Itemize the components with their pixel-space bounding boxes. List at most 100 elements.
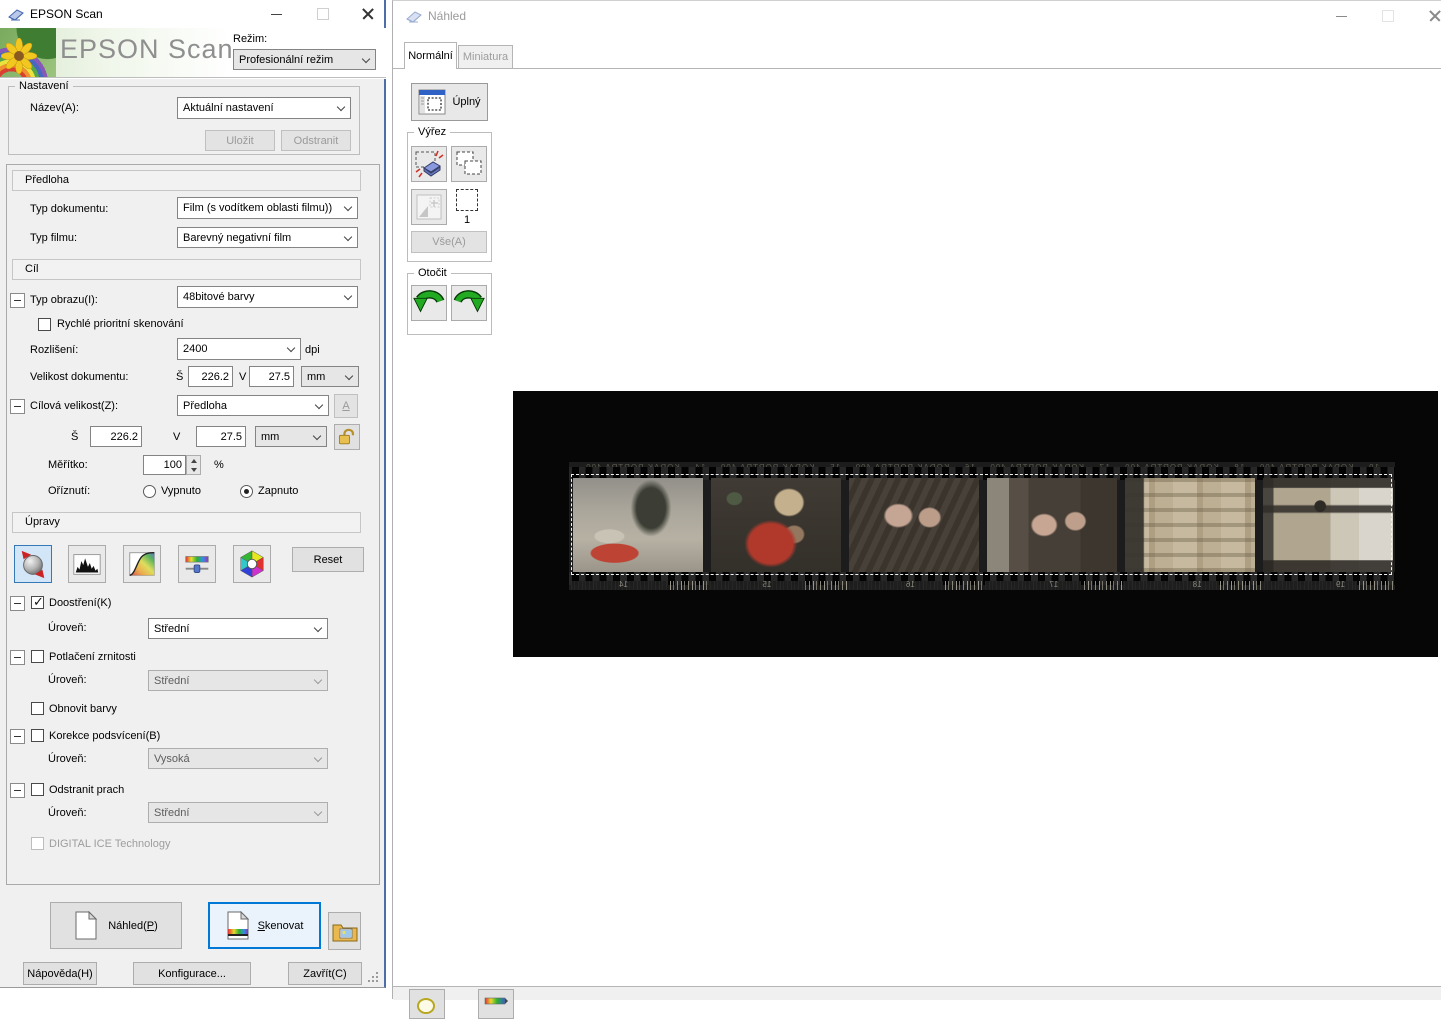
image-type-combobox[interactable]: 48bitové barvy bbox=[177, 286, 358, 308]
preview-button[interactable]: Náhled(P) bbox=[50, 902, 182, 949]
reset-button[interactable]: Reset bbox=[292, 547, 364, 572]
mode-combobox[interactable]: Profesionální režim bbox=[233, 49, 376, 70]
trimming-label: Oříznutí: bbox=[48, 485, 90, 497]
target-unit-combobox[interactable]: mm bbox=[255, 426, 327, 447]
grain-reduction-checkbox[interactable] bbox=[31, 650, 44, 663]
spinner-down-icon[interactable] bbox=[187, 465, 200, 474]
preview-button-label: Náhled(P) bbox=[108, 920, 158, 932]
close-button[interactable] bbox=[350, 0, 386, 28]
selection-marquee[interactable] bbox=[571, 474, 1392, 575]
delete-marquee-icon bbox=[414, 149, 444, 179]
resolution-label: Rozlišení: bbox=[30, 344, 78, 356]
delete-button[interactable]: Odstranit bbox=[281, 130, 351, 151]
minimize-icon bbox=[271, 14, 282, 15]
document-type-combobox[interactable]: Film (s vodítkem oblasti filmu)) bbox=[177, 197, 358, 219]
tab-strip-line bbox=[393, 68, 1441, 69]
trimming-off-radio[interactable] bbox=[143, 485, 156, 498]
tab-thumbnail[interactable]: Miniatura bbox=[458, 45, 513, 69]
doc-width-input[interactable] bbox=[188, 366, 233, 387]
dust-removal-checkbox[interactable] bbox=[31, 783, 44, 796]
maximize-button[interactable] bbox=[1368, 2, 1408, 30]
image-adjustment-button[interactable] bbox=[178, 545, 216, 583]
sharpen-checkbox[interactable] bbox=[31, 596, 44, 609]
resolution-combobox[interactable]: 2400 bbox=[177, 338, 301, 360]
target-height-input[interactable] bbox=[196, 426, 246, 447]
image-type-expander[interactable] bbox=[10, 293, 25, 308]
color-restoration-label: Obnovit barvy bbox=[49, 703, 117, 715]
settings-name-combobox[interactable]: Aktuální nastavení bbox=[177, 97, 351, 119]
destination-section-header: Cíl bbox=[12, 259, 361, 280]
document-icon bbox=[74, 911, 98, 940]
resolution-value: 2400 bbox=[183, 343, 207, 355]
histogram-button[interactable] bbox=[68, 545, 106, 583]
save-button[interactable]: Uložit bbox=[205, 130, 275, 151]
grain-level-value: Střední bbox=[154, 675, 189, 687]
help-button[interactable]: Nápověda(H) bbox=[23, 962, 97, 985]
tab-normal[interactable]: Normální bbox=[404, 42, 457, 69]
height-symbol: V bbox=[239, 371, 246, 383]
film-type-combobox[interactable]: Barevný negativní film bbox=[177, 227, 358, 248]
close-icon bbox=[362, 8, 374, 20]
backlight-expander[interactable] bbox=[10, 729, 25, 744]
sharpen-label: Doostření(K) bbox=[49, 597, 111, 609]
color-restoration-checkbox[interactable] bbox=[31, 702, 44, 715]
grain-level-combobox: Střední bbox=[148, 670, 328, 691]
grain-level-label: Úroveň: bbox=[48, 674, 87, 686]
flower-icon bbox=[1, 38, 37, 74]
zoom-tool-button[interactable] bbox=[409, 989, 445, 1019]
digital-ice-checkbox bbox=[31, 837, 44, 850]
rotate-right-button[interactable] bbox=[451, 285, 487, 321]
target-size-dialog-button[interactable]: A bbox=[334, 394, 358, 418]
preview-canvas[interactable]: 19KODAK PORTRA 400 18KODAK PORTRA 400 17… bbox=[513, 391, 1438, 657]
target-width-input[interactable] bbox=[90, 426, 142, 447]
chevron-down-icon bbox=[314, 624, 322, 632]
minimize-button[interactable] bbox=[258, 0, 294, 28]
digital-ice-label: DIGITAL ICE Technology bbox=[49, 838, 170, 850]
document-type-value: Film (s vodítkem oblasti filmu)) bbox=[183, 202, 332, 214]
grain-expander[interactable] bbox=[10, 650, 25, 665]
sharpen-expander[interactable] bbox=[10, 596, 25, 611]
close-app-button[interactable]: Zavřít(C) bbox=[288, 962, 362, 985]
percent-label: % bbox=[214, 459, 224, 471]
doc-height-input[interactable] bbox=[249, 366, 294, 387]
scale-spinner[interactable] bbox=[186, 455, 201, 475]
all-marquees-button[interactable]: Vše(A) bbox=[411, 231, 487, 253]
exposure-tool-button[interactable] bbox=[478, 989, 514, 1019]
scanner-app-icon bbox=[406, 9, 422, 25]
target-size-combobox[interactable]: Předloha bbox=[177, 395, 329, 416]
scan-button[interactable]: Skenovat bbox=[208, 902, 321, 949]
rotate-left-button[interactable] bbox=[411, 285, 447, 321]
chevron-down-icon bbox=[314, 808, 322, 816]
trimming-on-radio[interactable] bbox=[240, 485, 253, 498]
backlight-correction-checkbox[interactable] bbox=[31, 729, 44, 742]
document-type-label: Typ dokumentu: bbox=[30, 203, 108, 215]
full-preview-button[interactable]: Úplný bbox=[411, 83, 488, 121]
original-section-header: Předloha bbox=[12, 170, 361, 191]
configuration-button[interactable]: Konfigurace... bbox=[133, 962, 251, 985]
sharpen-level-combobox[interactable]: Střední bbox=[148, 618, 328, 639]
auto-exposure-button[interactable] bbox=[14, 545, 52, 583]
dust-expander[interactable] bbox=[10, 783, 25, 798]
minimize-button[interactable] bbox=[1321, 2, 1361, 30]
lock-proportions-button[interactable] bbox=[334, 424, 360, 450]
file-save-settings-button[interactable] bbox=[328, 912, 361, 950]
duplicate-marquee-button[interactable] bbox=[451, 146, 487, 182]
color-palette-button[interactable] bbox=[233, 545, 271, 583]
resize-grip[interactable] bbox=[368, 972, 380, 984]
close-button[interactable] bbox=[1415, 2, 1441, 30]
delete-marquee-button[interactable] bbox=[411, 146, 447, 182]
sharpen-level-label: Úroveň: bbox=[48, 622, 87, 634]
tone-correction-button[interactable] bbox=[123, 545, 161, 583]
sharpen-level-value: Střední bbox=[154, 623, 189, 635]
scale-input[interactable] bbox=[143, 455, 186, 475]
width-symbol: Š bbox=[176, 371, 183, 383]
chevron-down-icon bbox=[337, 103, 345, 111]
logo-text: EPSON Scan bbox=[60, 34, 234, 65]
doc-unit-combobox[interactable]: mm bbox=[301, 366, 359, 387]
maximize-button[interactable] bbox=[305, 0, 341, 28]
full-preview-icon bbox=[418, 89, 446, 115]
chevron-down-icon bbox=[287, 344, 295, 352]
spinner-up-icon[interactable] bbox=[187, 456, 200, 465]
fast-priority-checkbox[interactable] bbox=[38, 318, 51, 331]
target-size-expander[interactable] bbox=[10, 399, 25, 414]
